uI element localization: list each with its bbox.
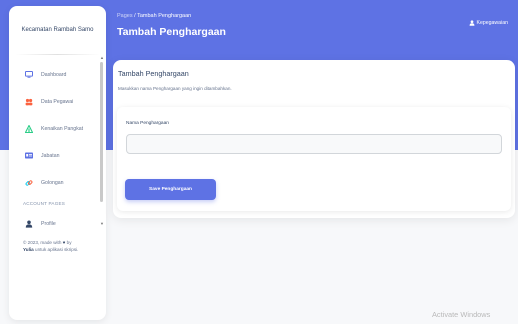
save-penghargaan-button[interactable]: Save Penghargaan xyxy=(125,179,216,200)
footer-by: by xyxy=(66,240,72,245)
sidebar-item-golongan[interactable]: Golongan xyxy=(9,169,106,196)
breadcrumb: Pages / Tambah Penghargaan xyxy=(117,13,191,19)
sidebar-item-label: Profile xyxy=(41,220,56,227)
sidebar-nav: Dashboard Data Pegawai Kenaikan Pangkat … xyxy=(9,55,106,196)
sidebar-item-label: Golongan xyxy=(41,179,64,186)
footer-suffix: untuk aplikasi skripsi. xyxy=(35,247,79,252)
monitor-icon xyxy=(23,69,35,81)
section-label-account-pages: ACCOUNT PAGES xyxy=(23,201,65,206)
sidebar-item-label: Dashboard xyxy=(41,71,67,78)
brand-name[interactable]: Kecamatan Rambah Samo xyxy=(9,6,106,54)
sidebar-scrollbar[interactable] xyxy=(100,62,103,202)
card-subtitle: Masukkan nama Penghargaan yang ingin dit… xyxy=(118,86,232,91)
link-icon xyxy=(23,177,35,189)
nama-penghargaan-input[interactable] xyxy=(126,134,502,154)
footer-prefix: © 2023, made with xyxy=(23,240,62,245)
sidebar-item-data-pegawai[interactable]: Data Pegawai xyxy=(9,88,106,115)
card-title: Tambah Penghargaan xyxy=(118,69,189,78)
chart-icon xyxy=(23,123,35,135)
sidebar-item-label: Kenaikan Pangkat xyxy=(41,125,84,132)
sidebar-item-dashboard[interactable]: Dashboard xyxy=(9,61,106,88)
id-card-icon xyxy=(23,150,35,162)
main-card: Tambah Penghargaan Masukkan nama Penghar… xyxy=(113,60,515,218)
breadcrumb-current: Tambah Penghargaan xyxy=(137,13,192,19)
page-title: Tambah Penghargaan xyxy=(117,26,226,38)
heart-icon: ♥ xyxy=(62,240,66,245)
scroll-up-arrow-icon[interactable]: ▲ xyxy=(100,56,104,60)
form-card: Nama Penghargaan Save Penghargaan xyxy=(117,107,511,211)
sidebar-item-jabatan[interactable]: Jabatan xyxy=(9,142,106,169)
activate-windows-watermark: Activate Windows xyxy=(432,310,491,319)
user-menu[interactable]: Kepegawaian xyxy=(469,20,508,26)
breadcrumb-parent[interactable]: Pages xyxy=(117,13,133,19)
scroll-down-arrow-icon[interactable]: ▼ xyxy=(100,222,104,226)
user-icon xyxy=(23,218,35,230)
sidebar: Kecamatan Rambah Samo Dashboard Data Peg… xyxy=(9,6,106,320)
nama-penghargaan-label: Nama Penghargaan xyxy=(126,121,169,126)
sidebar-item-kenaikan-pangkat[interactable]: Kenaikan Pangkat xyxy=(9,115,106,142)
sidebar-item-label: Data Pegawai xyxy=(41,98,74,105)
people-icon xyxy=(23,96,35,108)
sidebar-footer: © 2023, made with ♥ by Yulia untuk aplik… xyxy=(9,239,106,253)
sidebar-item-label: Jabatan xyxy=(41,152,60,159)
footer-author[interactable]: Yulia xyxy=(23,247,34,252)
sidebar-item-profile[interactable]: Profile xyxy=(9,210,106,237)
user-name: Kepegawaian xyxy=(476,20,508,26)
user-icon xyxy=(469,20,475,26)
